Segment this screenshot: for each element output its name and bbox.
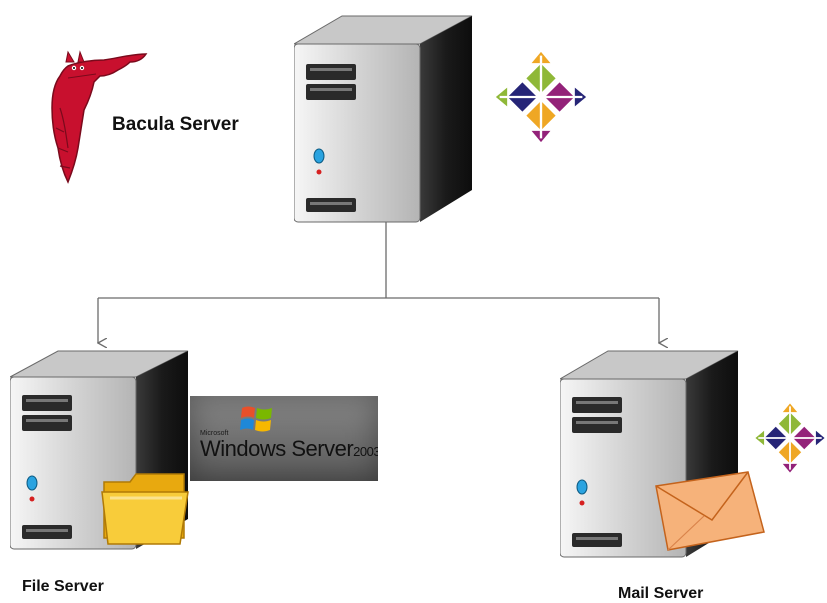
windows-server-2003-logo: Microsoft Windows Server2003 — [190, 396, 378, 481]
mail-server-label: Mail Server — [618, 585, 704, 602]
windows-flag-icon — [240, 406, 272, 432]
envelope-icon — [655, 471, 765, 551]
centos-logo-icon — [755, 403, 825, 473]
centos-logo-icon — [495, 51, 587, 143]
folder-icon — [101, 473, 189, 545]
bacula-server-label: Bacula Server — [112, 114, 239, 135]
bacula-server-icon — [294, 15, 473, 223]
file-server-label: File Server — [22, 578, 104, 595]
windows-product-name: Windows Server — [200, 436, 354, 461]
windows-product-text: Windows Server2003 — [200, 436, 378, 462]
windows-version-text: 2003 — [353, 444, 378, 459]
